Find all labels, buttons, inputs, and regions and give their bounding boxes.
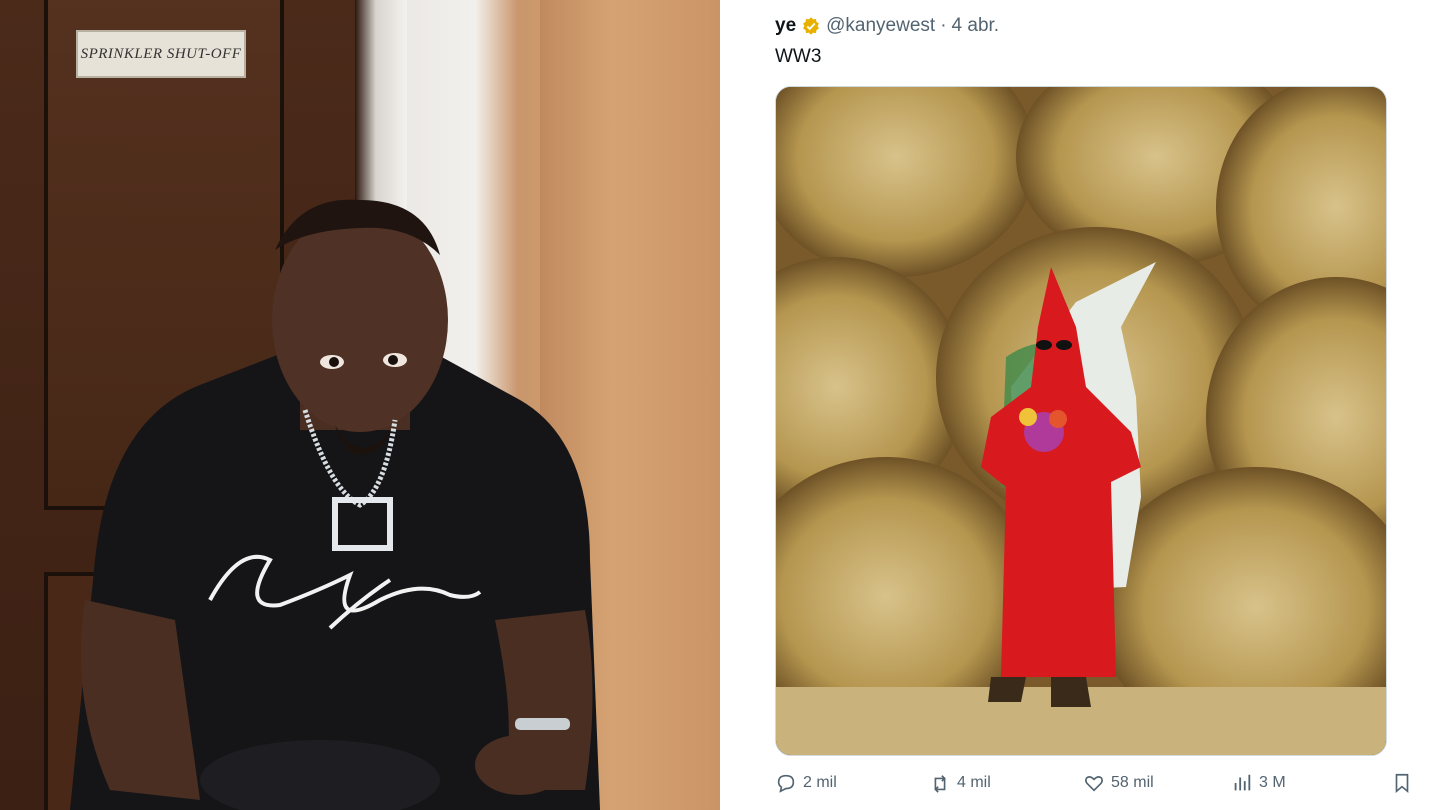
bookmark-icon — [1395, 773, 1409, 794]
person-figure — [70, 199, 600, 810]
author-name[interactable]: ye — [775, 15, 796, 37]
views-button[interactable]: 3 M — [1231, 772, 1286, 794]
like-button[interactable]: 58 mil — [1083, 772, 1154, 794]
tweet-text: WW3 — [775, 46, 822, 67]
tweet-image[interactable] — [775, 86, 1387, 756]
views-icon — [1234, 774, 1251, 791]
views-count: 3 M — [1259, 774, 1286, 791]
reply-count: 2 mil — [803, 774, 837, 791]
bookmark-button[interactable] — [1391, 772, 1413, 794]
tweet-date[interactable]: 4 abr. — [952, 15, 1000, 37]
separator-dot: · — [940, 15, 947, 36]
verified-badge-icon — [803, 17, 820, 35]
left-photo: SPRINKLER SHUT-OFF — [0, 0, 720, 810]
like-icon — [1085, 776, 1103, 792]
tweet-actions: 2 mil 4 mil 58 mil 3 M — [775, 772, 1415, 802]
hay-bales-photo — [776, 87, 1386, 755]
tweet: ye @kanyewest · 4 abr. WW3 2 mil 4 mil 5… — [720, 0, 1440, 810]
tweet-header: ye @kanyewest · 4 abr. — [775, 15, 999, 37]
reply-icon — [777, 774, 795, 793]
repost-button[interactable]: 4 mil — [929, 772, 991, 794]
author-handle[interactable]: @kanyewest — [826, 15, 935, 37]
repost-count: 4 mil — [957, 774, 991, 791]
repost-icon — [934, 775, 946, 793]
like-count: 58 mil — [1111, 774, 1154, 791]
reply-button[interactable]: 2 mil — [775, 772, 837, 794]
